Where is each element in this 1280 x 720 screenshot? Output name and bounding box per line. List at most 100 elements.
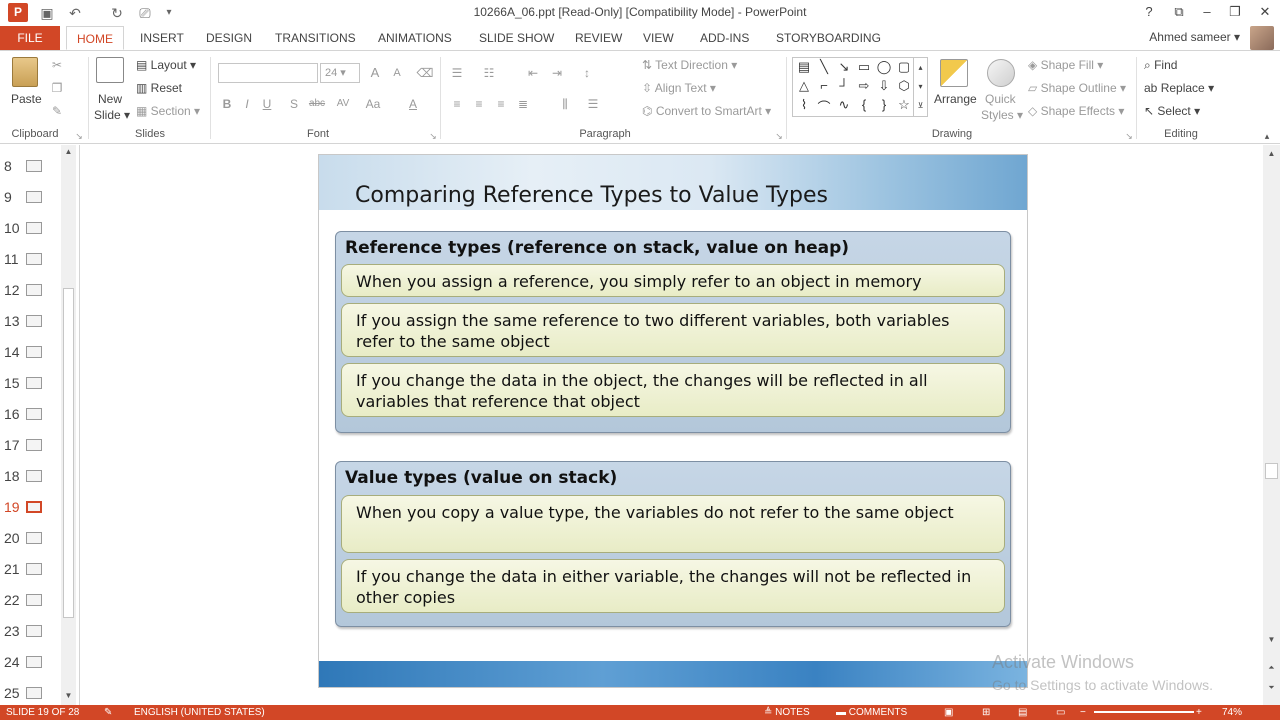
tab-storyboarding[interactable]: STORYBOARDING (776, 26, 881, 50)
scroll-down-icon[interactable]: ▼ (1264, 633, 1279, 647)
convert-smartart-button[interactable]: ⌬ Convert to SmartArt ▾ (642, 104, 771, 118)
zoom-in-icon[interactable]: + (1196, 707, 1202, 718)
decrease-indent-icon[interactable]: ⇤ (524, 64, 542, 82)
star-shape-icon[interactable]: ☆ (895, 97, 913, 113)
user-name[interactable]: Ahmed sameer ▾ (1149, 30, 1240, 44)
font-color-button[interactable]: A (404, 95, 422, 113)
bullets-icon[interactable]: ☰ (448, 64, 466, 82)
slide-thumbnail[interactable]: 18 (0, 465, 62, 489)
align-left-icon[interactable]: ≡ (448, 95, 466, 113)
previous-slide-icon[interactable]: ⏶ (1264, 661, 1279, 675)
elbow-arrow-icon[interactable]: ┘ (835, 78, 853, 93)
columns-icon[interactable]: ⫼ (556, 95, 574, 113)
new-slide-button[interactable]: New (98, 92, 122, 106)
right-arrow-shape-icon[interactable]: ⇨ (855, 78, 873, 94)
slide-thumbnail[interactable]: 9 (0, 186, 62, 210)
slide-thumbnail[interactable]: 24 (0, 651, 62, 675)
tab-animations[interactable]: ANIMATIONS (378, 26, 452, 50)
slide-thumbnail[interactable]: 22 (0, 589, 62, 613)
shrink-font-button[interactable]: A (388, 64, 406, 82)
scroll-up-icon[interactable]: ▲ (1264, 147, 1279, 161)
tab-file[interactable]: FILE (0, 26, 60, 50)
scrollbar-thumb[interactable] (1265, 463, 1278, 479)
tab-review[interactable]: REVIEW (575, 26, 622, 50)
down-arrow-shape-icon[interactable]: ⇩ (875, 78, 893, 94)
grow-font-button[interactable]: A (366, 64, 384, 82)
change-case-button[interactable]: Aa (362, 95, 384, 113)
line-shape-icon[interactable]: ╲ (815, 59, 833, 75)
snip-rect-shape-icon[interactable]: ⬡ (895, 78, 913, 94)
new-slide-icon[interactable] (96, 57, 124, 83)
left-brace-icon[interactable]: { (855, 97, 873, 112)
paste-icon[interactable] (12, 57, 38, 87)
slide-sorter-icon[interactable]: ⊞ (982, 707, 990, 718)
notes-button[interactable]: ≜ NOTES (764, 707, 810, 718)
zoom-level[interactable]: 74% (1222, 707, 1242, 718)
reset-button[interactable]: ▥ Reset (136, 81, 182, 95)
close-button[interactable]: ✕ (1252, 2, 1278, 22)
scrollbar-thumb[interactable] (63, 288, 74, 618)
shape-outline-button[interactable]: ▱ Shape Outline ▾ (1028, 81, 1126, 95)
right-brace-icon[interactable]: } (875, 97, 893, 112)
justify-icon[interactable]: ≣ (514, 95, 532, 113)
comments-button[interactable]: ▬ COMMENTS (836, 707, 907, 718)
scroll-down-icon[interactable]: ▼ (61, 689, 76, 703)
slide-thumbnail[interactable]: 17 (0, 434, 62, 458)
shape-effects-button[interactable]: ◇ Shape Effects ▾ (1028, 104, 1124, 118)
arc-shape-icon[interactable]: ⌒ (815, 97, 833, 116)
slide-thumbnail[interactable]: 11 (0, 248, 62, 272)
slide-show-icon[interactable]: ▭ (1056, 707, 1065, 718)
italic-button[interactable]: I (238, 95, 256, 113)
align-right-icon[interactable]: ≡ (492, 95, 510, 113)
quick-styles-icon[interactable] (987, 59, 1015, 87)
collapse-ribbon-icon[interactable]: ▴ (1258, 127, 1276, 145)
rectangle-shape-icon[interactable]: ▭ (855, 59, 873, 75)
arrange-icon[interactable] (940, 59, 968, 87)
new-slide-dropdown[interactable]: Slide ▾ (94, 108, 130, 122)
select-button[interactable]: ↖ Select ▾ (1144, 104, 1200, 118)
avatar[interactable] (1250, 26, 1274, 50)
line-spacing-icon[interactable]: ↕ (578, 64, 596, 82)
text-box-shape-icon[interactable]: ▤ (795, 59, 813, 75)
clipboard-launcher-icon[interactable]: ↘ (70, 127, 88, 145)
slide-thumbnail[interactable]: 15 (0, 372, 62, 396)
shapes-gallery[interactable]: ▤ ╲ ↘ ▭ ◯ ▢ △ ⌐ ┘ ⇨ ⇩ ⬡ ⌇ ⌒ ∿ { } ☆ ▴ ▾ ⊻ (792, 57, 928, 117)
help-button[interactable]: ? (1136, 2, 1162, 22)
shape-fill-button[interactable]: ◈ Shape Fill ▾ (1028, 58, 1103, 72)
clear-formatting-icon[interactable]: ⌫ (416, 64, 434, 82)
freeform-shape-icon[interactable]: ⌇ (795, 97, 813, 113)
layout-button[interactable]: ▤ Layout ▾ (136, 58, 196, 72)
scroll-up-icon[interactable]: ▲ (61, 145, 76, 159)
arrange-button[interactable]: Arrange (934, 92, 977, 106)
elbow-connector-icon[interactable]: ⌐ (815, 78, 833, 93)
slide-thumbnail[interactable]: 19 (0, 496, 62, 520)
underline-button[interactable]: U (258, 95, 276, 113)
minimize-button[interactable]: – (1194, 2, 1220, 22)
align-center-icon[interactable]: ≡ (470, 95, 488, 113)
arrow-line-shape-icon[interactable]: ↘ (835, 59, 853, 75)
slide-title[interactable]: Comparing Reference Types to Value Types (355, 183, 828, 208)
curve-shape-icon[interactable]: ∿ (835, 97, 853, 113)
slide-thumbnail[interactable]: 10 (0, 217, 62, 241)
cut-icon[interactable]: ✂ (48, 56, 66, 74)
value-types-panel[interactable]: Value types (value on stack) When you co… (335, 461, 1011, 627)
next-slide-icon[interactable]: ⏷ (1264, 681, 1279, 695)
reading-view-icon[interactable]: ▤ (1018, 707, 1027, 718)
triangle-shape-icon[interactable]: △ (795, 78, 813, 94)
font-size-input[interactable]: 24 ▾ (320, 63, 360, 83)
slide-canvas[interactable]: Comparing Reference Types to Value Types… (318, 154, 1028, 688)
language-indicator[interactable]: ENGLISH (UNITED STATES) (134, 707, 265, 718)
strikethrough-button[interactable]: abc (306, 95, 328, 113)
copy-icon[interactable]: ❐ (48, 79, 66, 97)
slide-thumbnail[interactable]: 21 (0, 558, 62, 582)
font-name-input[interactable] (218, 63, 318, 83)
tab-home[interactable]: HOME (66, 26, 124, 50)
shapes-gallery-more-icon[interactable]: ▴ ▾ ⊻ (913, 58, 927, 116)
zoom-slider[interactable] (1094, 711, 1194, 713)
numbering-icon[interactable]: ☷ (480, 64, 498, 82)
find-button[interactable]: ⌕ Find (1144, 58, 1177, 73)
text-direction-button[interactable]: ⇅ Text Direction ▾ (642, 58, 737, 72)
text-shadow-button[interactable]: S (285, 95, 303, 113)
slide-thumbnail[interactable]: 12 (0, 279, 62, 303)
replace-button[interactable]: ab Replace ▾ (1144, 81, 1214, 95)
